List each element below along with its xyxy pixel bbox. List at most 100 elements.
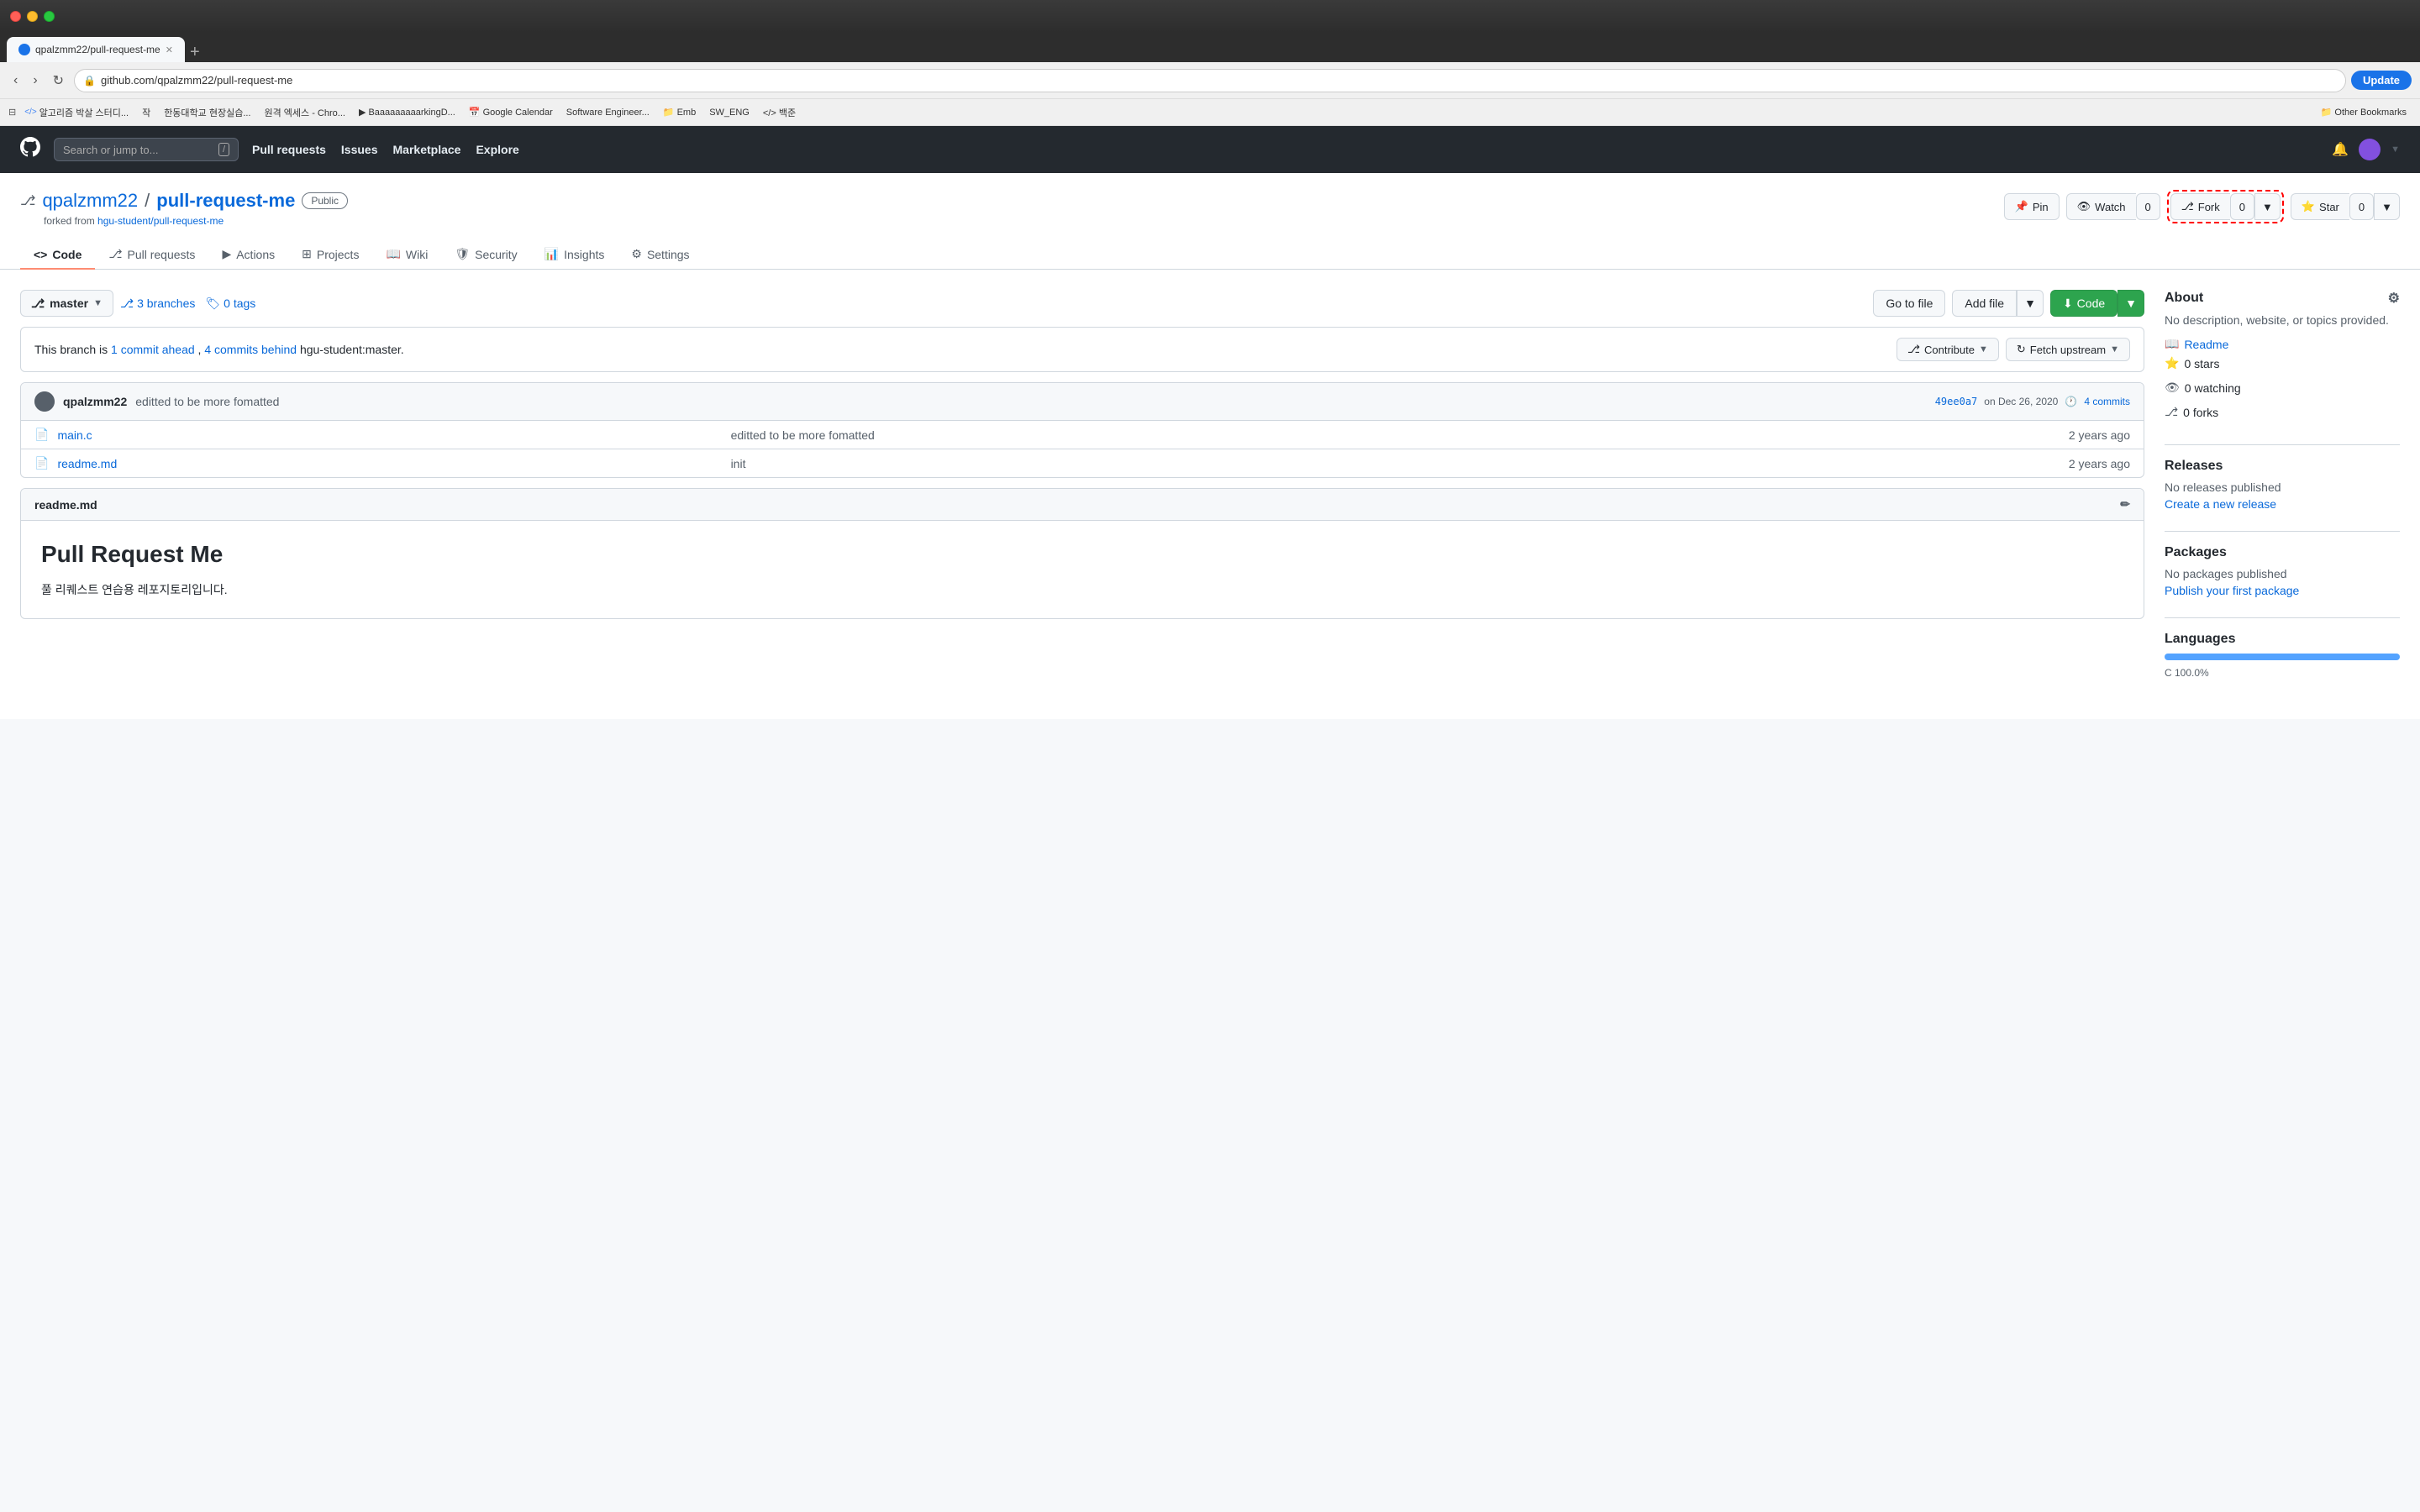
bookmark-8[interactable]: 📁 Emb: [658, 105, 701, 119]
about-section: About ⚙ No description, website, or topi…: [2165, 290, 2400, 424]
readme-title: Pull Request Me: [41, 541, 2123, 568]
edit-readme-icon[interactable]: ✏: [2120, 497, 2130, 512]
repo-sidebar: About ⚙ No description, website, or topi…: [2165, 290, 2400, 699]
releases-desc: No releases published: [2165, 480, 2400, 494]
contribute-button[interactable]: ⎇ Contribute ▼: [1897, 338, 1999, 361]
fork-button[interactable]: ⎇ Fork: [2170, 193, 2230, 220]
reload-button[interactable]: ↻: [48, 69, 69, 92]
browser-tab[interactable]: qpalzmm22/pull-request-me ✕: [7, 37, 185, 62]
bookmark-4[interactable]: 원격 엑세스 - Chro...: [260, 104, 350, 121]
behind-link[interactable]: 4 commits behind: [204, 343, 297, 356]
maximize-button[interactable]: [44, 11, 55, 22]
tab-favicon: [18, 44, 30, 55]
commit-author[interactable]: qpalzmm22: [63, 395, 127, 408]
star-button[interactable]: ⭐ Star: [2291, 193, 2349, 220]
publish-package-link[interactable]: Publish your first package: [2165, 584, 2400, 597]
tab-close-button[interactable]: ✕: [166, 45, 173, 55]
create-release-link[interactable]: Create a new release: [2165, 497, 2400, 511]
tags-icon: 🏷: [205, 297, 220, 311]
about-header: About ⚙: [2165, 290, 2400, 307]
refresh-icon: ↻: [2017, 343, 2026, 356]
readme-link[interactable]: 📖 Readme: [2165, 337, 2400, 351]
file-row: 📄 readme.md init 2 years ago: [21, 449, 2144, 477]
tab-actions[interactable]: ▶ Actions: [208, 240, 288, 270]
other-bookmarks[interactable]: 📁 Other Bookmarks: [2316, 105, 2412, 119]
code-button-group: ⬇ Code ▼: [2050, 290, 2144, 317]
languages-title: Languages: [2165, 632, 2400, 647]
branches-link[interactable]: ⎇ 3 branches: [120, 297, 195, 311]
bookmark-10[interactable]: </> 백준: [758, 104, 801, 121]
tab-projects[interactable]: ⊞ Projects: [288, 240, 372, 270]
tab-insights[interactable]: 📊 Insights: [531, 240, 618, 270]
tab-settings[interactable]: ⚙ Settings: [618, 240, 702, 270]
tags-link[interactable]: 🏷 0 tags: [205, 297, 255, 311]
about-settings-icon[interactable]: ⚙: [2388, 290, 2400, 307]
watch-button[interactable]: 👁 Watch: [2066, 193, 2136, 220]
stars-stat: ⭐ 0 stars: [2165, 356, 2400, 370]
fetch-chevron: ▼: [2110, 344, 2119, 354]
update-button[interactable]: Update: [2351, 71, 2412, 90]
back-button[interactable]: ‹: [8, 70, 23, 92]
add-file-button[interactable]: Add file: [1952, 290, 2017, 317]
bookmark-7[interactable]: Software Engineer...: [561, 106, 655, 119]
new-tab-button[interactable]: +: [190, 43, 200, 62]
nav-explore[interactable]: Explore: [476, 143, 518, 156]
add-file-dropdown[interactable]: ▼: [2017, 290, 2044, 317]
user-avatar[interactable]: [2359, 139, 2381, 160]
fork-source-link[interactable]: hgu-student/pull-request-me: [97, 215, 224, 227]
repo-separator: /: [145, 190, 150, 212]
branch-icon: ⎇: [31, 297, 45, 311]
code-button[interactable]: ⬇ Code: [2050, 290, 2118, 317]
bookmark-2[interactable]: 작: [137, 104, 155, 121]
watch-count[interactable]: 0: [2136, 193, 2160, 220]
star-icon: ⭐: [2302, 200, 2315, 213]
commits-count[interactable]: 4 commits: [2084, 396, 2130, 407]
releases-title: Releases: [2165, 459, 2400, 474]
pin-button[interactable]: 📌 Pin: [2004, 193, 2060, 220]
watching-stat: 👁 0 watching: [2165, 381, 2400, 395]
bookmark-9[interactable]: SW_ENG: [704, 106, 755, 119]
branch-select[interactable]: ⎇ master ▼: [20, 290, 113, 317]
fork-dropdown[interactable]: ▼: [2254, 193, 2281, 220]
nav-pull-requests[interactable]: Pull requests: [252, 143, 326, 156]
github-search[interactable]: Search or jump to... /: [54, 138, 239, 161]
tab-code[interactable]: <> Code: [20, 240, 95, 270]
repo-name[interactable]: pull-request-me: [156, 190, 295, 212]
go-to-file-button[interactable]: Go to file: [1873, 290, 1945, 317]
code-dropdown[interactable]: ▼: [2118, 290, 2144, 317]
nav-arrow[interactable]: ▼: [2391, 144, 2400, 155]
bookmarks-label: ⊟: [8, 107, 16, 118]
fork-count[interactable]: 0: [2230, 193, 2254, 220]
repo-owner[interactable]: qpalzmm22: [42, 190, 138, 212]
close-button[interactable]: [10, 11, 21, 22]
minimize-button[interactable]: [27, 11, 38, 22]
repo-main: ⎇ master ▼ ⎇ 3 branches 🏷 0 tags Go to f…: [0, 270, 2420, 719]
commit-sha: 49ee0a7: [1935, 396, 1978, 407]
nav-issues[interactable]: Issues: [341, 143, 378, 156]
file-name-main[interactable]: main.c: [57, 428, 722, 442]
file-icon: 📄: [34, 456, 49, 470]
bookmark-3[interactable]: 한동대학교 현장실습...: [159, 104, 255, 121]
address-bar[interactable]: 🔒 github.com/qpalzmm22/pull-request-me: [74, 69, 2346, 92]
forward-button[interactable]: ›: [28, 70, 42, 92]
insights-tab-icon: 📊: [544, 247, 559, 261]
tab-wiki[interactable]: 📖 Wiki: [372, 240, 441, 270]
nav-marketplace[interactable]: Marketplace: [393, 143, 461, 156]
tab-pull-requests[interactable]: ⎇ Pull requests: [95, 240, 208, 270]
bookmark-5[interactable]: ▶ BaaaaaaaaarkingD...: [354, 105, 460, 119]
window-controls[interactable]: [10, 11, 55, 22]
settings-tab-icon: ⚙: [631, 247, 642, 261]
notification-bell[interactable]: 🔔: [2332, 141, 2349, 158]
bookmark-6[interactable]: 📅 Google Calendar: [464, 105, 558, 119]
bookmark-code[interactable]: </> 알고리즘 박살 스터디...: [19, 104, 134, 121]
tab-security[interactable]: 🛡 Security: [441, 240, 530, 270]
bookmarks-bar: ⊟ </> 알고리즘 박살 스터디... 작 한동대학교 현장실습... 원격 …: [0, 99, 2420, 126]
search-shortcut: /: [218, 143, 229, 156]
languages-bar: [2165, 654, 2400, 660]
ahead-link[interactable]: 1 commit ahead: [111, 343, 195, 356]
fetch-upstream-button[interactable]: ↻ Fetch upstream ▼: [2006, 338, 2130, 361]
github-logo[interactable]: [20, 137, 40, 163]
star-dropdown[interactable]: ▼: [2374, 193, 2400, 220]
file-name-readme[interactable]: readme.md: [57, 457, 722, 470]
star-count[interactable]: 0: [2349, 193, 2374, 220]
